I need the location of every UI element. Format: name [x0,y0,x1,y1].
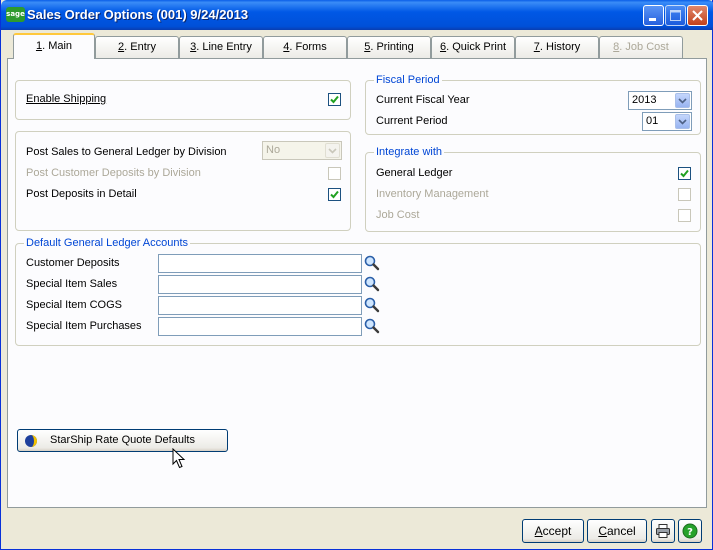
tab-line-entry[interactable]: 3. Line Entry [179,36,263,58]
help-icon: ? [682,523,698,539]
close-button[interactable] [687,5,708,26]
maximize-button[interactable] [665,5,686,26]
search-icon[interactable] [363,296,381,314]
sales-order-options-window: sage Sales Order Options (001) 9/24/2013… [0,0,713,550]
tab-quick-print[interactable]: 6. Quick Print [431,36,515,58]
starship-icon [25,435,37,447]
check-mark-icon [330,190,339,199]
tab-job-cost-label: . Job Cost [619,41,669,53]
integrate-with-panel: Integrate with General Ledger Inventory … [365,146,701,232]
post-deposits-detail-checkbox[interactable] [328,188,341,201]
accept-button[interactable]: Accept [522,519,584,543]
default-gl-accounts-legend: Default General Ledger Accounts [24,237,191,249]
customer-deposits-input[interactable] [158,254,362,273]
sage-logo-icon: sage [6,7,25,22]
tab-job-cost: 8. Job Cost [599,36,683,58]
minimize-button[interactable] [643,5,664,26]
window-title: Sales Order Options (001) 9/24/2013 [27,7,249,22]
search-icon[interactable] [363,254,381,272]
title-bar[interactable]: sage Sales Order Options (001) 9/24/2013 [1,0,713,30]
search-icon[interactable] [363,275,381,293]
minimize-icon [649,18,656,21]
customer-deposits-label: Customer Deposits [26,257,120,269]
tab-printing-label: . Printing [370,41,414,53]
dropdown-arrow[interactable] [675,93,690,108]
help-button[interactable]: ? [678,519,702,543]
fiscal-year-label: Current Fiscal Year [376,94,470,106]
integrate-with-legend: Integrate with [374,146,445,158]
tab-entry-label: . Entry [124,41,156,53]
special-item-sales-input[interactable] [158,275,362,294]
mouse-cursor-icon [172,448,186,469]
post-deposits-by-division-checkbox [328,167,341,180]
accept-label: ccept [542,524,572,538]
gl-posting-panel: Post Sales to General Ledger by Division… [15,131,351,231]
maximize-icon [670,10,681,21]
fiscal-year-value: 2013 [632,94,657,106]
integrate-general-ledger-label: General Ledger [376,167,453,179]
accept-hotkey: A [534,524,543,538]
chevron-down-icon [678,98,687,104]
integrate-inventory-label: Inventory Management [376,188,489,200]
starship-button-label: StarShip Rate Quote Defaults [50,434,195,446]
fiscal-period-legend: Fiscal Period [374,74,442,86]
tab-forms-label: . Forms [289,41,327,53]
tab-main[interactable]: 1. Main [13,33,95,59]
close-icon [692,10,703,21]
tab-printing[interactable]: 5. Printing [347,36,431,58]
enable-shipping-label: Enable Shipping [26,93,107,105]
post-deposits-detail-label: Post Deposits in Detail [26,188,137,200]
check-mark-icon [330,95,339,104]
tab-line-entry-label: . Line Entry [196,41,252,53]
current-period-value: 01 [646,115,659,127]
current-period-label: Current Period [376,115,448,127]
post-by-division-value: No [266,144,281,156]
starship-rate-quote-defaults-button[interactable]: StarShip Rate Quote Defaults [17,429,228,452]
dropdown-arrow [325,143,340,158]
integrate-job-cost-label: Job Cost [376,209,420,221]
special-item-purchases-input[interactable] [158,317,362,336]
post-deposits-by-division-label: Post Customer Deposits by Division [26,167,201,179]
cancel-button[interactable]: Cancel [587,519,647,543]
svg-text:?: ? [687,527,693,538]
special-item-sales-label: Special Item Sales [26,278,118,290]
search-icon[interactable] [363,317,381,335]
shipping-panel: Enable Shipping [15,80,351,120]
chevron-down-icon [328,148,337,154]
cancel-label: ancel [606,524,636,538]
fiscal-year-select[interactable]: 2013 [628,91,692,110]
print-button[interactable] [651,519,675,543]
integrate-job-cost-checkbox [678,209,691,222]
special-item-cogs-input[interactable] [158,296,362,315]
printer-icon [656,524,670,538]
dropdown-arrow[interactable] [675,114,690,129]
integrate-general-ledger-checkbox[interactable] [678,167,691,180]
tab-entry[interactable]: 2. Entry [95,36,179,58]
tab-history-label: . History [539,41,581,53]
fiscal-period-panel: Fiscal Period Current Fiscal Year 2013 C… [365,74,701,135]
tab-history[interactable]: 7. History [515,36,599,58]
post-by-division-label: Post Sales to General Ledger by Division [26,146,227,158]
tab-quick-print-label: . Quick Print [446,41,507,53]
cancel-hotkey: C [598,524,607,538]
current-period-select[interactable]: 01 [642,112,692,131]
integrate-inventory-checkbox [678,188,691,201]
special-item-cogs-label: Special Item COGS [26,299,122,311]
chevron-down-icon [678,119,687,125]
tab-main-label: . Main [42,40,73,52]
enable-shipping-checkbox[interactable] [328,93,341,106]
default-gl-accounts-panel: Default General Ledger Accounts Customer… [15,237,701,346]
special-item-purchases-label: Special Item Purchases [26,320,142,332]
check-mark-icon [680,169,689,178]
post-by-division-select: No [262,141,342,160]
tab-forms[interactable]: 4. Forms [263,36,347,58]
